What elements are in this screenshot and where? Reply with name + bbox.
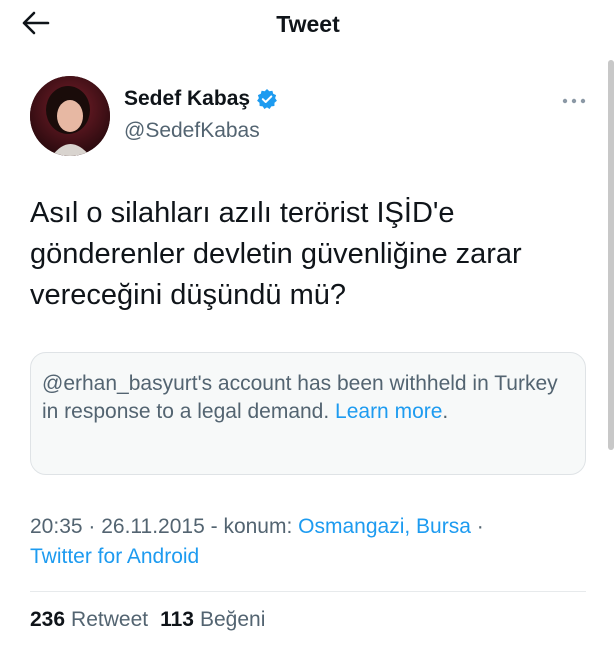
tweet-text: Asıl o silahları azılı terörist IŞİD'e g… (30, 197, 522, 311)
withheld-message: @erhan_basyurt's account has been withhe… (42, 372, 558, 423)
tweet-stats: 236 Retweet 113 Beğeni (30, 608, 277, 632)
withheld-suffix: . (442, 400, 449, 423)
likes-stat[interactable]: 113 Beğeni (160, 608, 265, 632)
more-dots-icon (562, 91, 586, 109)
retweets-label: Retweet (71, 608, 149, 631)
divider (30, 591, 586, 592)
tweet-detail-page: Tweet Sedef Kabaş @SedefKabas Asıl o sil… (0, 0, 616, 652)
tweet-meta: 20:35 · 26.11.2015 - konum: Osmangazi, B… (30, 515, 484, 568)
tweet-date[interactable]: 26.11.2015 (101, 515, 205, 538)
likes-label: Beğeni (199, 608, 266, 631)
retweets-stat[interactable]: 236 Retweet (30, 608, 148, 632)
author-name[interactable]: Sedef Kabaş (124, 87, 250, 111)
header: Tweet (0, 0, 616, 50)
tweet-time[interactable]: 20:35 (30, 515, 83, 538)
author-handle[interactable]: @SedefKabas (124, 119, 260, 143)
retweets-count: 236 (30, 608, 66, 631)
withheld-notice: @erhan_basyurt's account has been withhe… (30, 352, 586, 475)
learn-more-link[interactable]: Learn more (335, 400, 442, 423)
more-options-button[interactable] (558, 88, 590, 112)
source-link[interactable]: Twitter for Android (30, 545, 199, 568)
verified-badge-icon (256, 88, 278, 110)
location-prefix: konum: (223, 515, 293, 538)
avatar[interactable] (30, 76, 110, 156)
author-name-row: Sedef Kabaş (124, 87, 278, 111)
withheld-notice-text: @erhan_basyurt's account has been withhe… (42, 370, 572, 426)
likes-count: 113 (160, 608, 194, 631)
location-link[interactable]: Osmangazi, Bursa (298, 515, 471, 538)
scrollbar[interactable] (608, 60, 614, 450)
scrollbar-thumb[interactable] (608, 60, 614, 450)
page-title: Tweet (276, 11, 340, 37)
